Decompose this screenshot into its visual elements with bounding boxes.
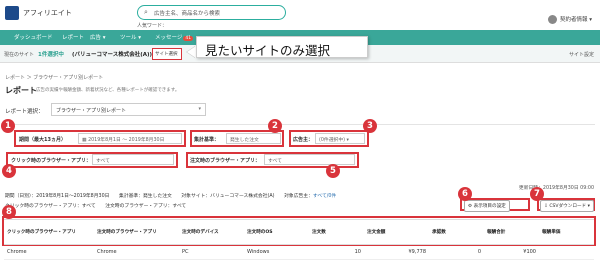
cell-reward-total: ¥100 — [484, 244, 539, 260]
click-browser-label-text: クリック時のブラウザー・アプリ： — [11, 158, 92, 164]
nav-report[interactable]: レポート — [62, 33, 84, 41]
advertiser-select[interactable]: (0件選択中) ▾ — [315, 133, 365, 144]
advertiser-value: (0件選択中) — [319, 138, 345, 143]
click-browser-select[interactable]: すべて — [92, 154, 174, 165]
page-title: レポート — [5, 86, 37, 95]
report-select[interactable]: ブラウザー・アプリ別レポート ▾ — [51, 103, 206, 116]
site-settings-link[interactable]: サイト設定 — [569, 51, 594, 58]
account-label: 契約者情報 — [559, 17, 588, 23]
basis-value: 発生した注文 — [230, 138, 259, 143]
marker-5: 5 — [326, 164, 340, 178]
nav-tools[interactable]: ツール ▾ — [120, 33, 141, 41]
nav-ads[interactable]: 広告 ▾ — [90, 33, 106, 41]
advertiser-link[interactable]: すべて/0件 — [313, 194, 336, 199]
search-input[interactable]: ⌕ 広告主名、商品名から検索 — [137, 5, 286, 20]
callout-arrow — [187, 46, 196, 58]
col-reward-total[interactable]: 報酬合計 — [484, 219, 539, 245]
message-count-badge: 41 — [183, 36, 194, 41]
marker-4: 4 — [2, 164, 16, 178]
report-table: クリック時のブラウザー・アプリ 注文時のブラウザー・アプリ 注文時のデバイス 注… — [4, 219, 594, 260]
table-row: Chrome Chrome PC Windows 10 ¥9,778 0 ¥10… — [4, 244, 594, 260]
period-label-text: 期間（最大13ヵ月） — [19, 137, 66, 143]
cell-order-browser: Chrome — [94, 244, 179, 260]
col-order-amount[interactable]: 注文金額 — [364, 219, 429, 245]
col-order-os[interactable]: 注文時のOS — [244, 219, 309, 245]
marker-2: 2 — [268, 119, 282, 133]
summary-text: 期間（日別）：2019年8月1日〜2019年8月30日 集計基準：発生した注文 … — [5, 194, 313, 199]
marker-1: 1 — [1, 119, 15, 133]
order-browser-label-text: 注文時のブラウザー・アプリ： — [190, 158, 261, 164]
current-site-label: 現在のサイト — [4, 52, 35, 58]
cell-order-count: 10 — [309, 244, 364, 260]
report-select-label: レポート選択： — [5, 109, 44, 115]
summary-line2: クリック時のブラウザー・アプリ：すべて 注文時のブラウザー・アプリ：すべて — [5, 204, 187, 209]
marker-6: 6 — [458, 187, 472, 201]
cell-reward-unit — [539, 244, 594, 260]
nav-dashboard[interactable]: ダッシュボード — [14, 33, 53, 41]
selected-count: 1件選択中 — [38, 52, 64, 58]
page-description: 広告の実績や報酬金額、新着状況など、各種レポートが確認できます。 — [36, 88, 180, 93]
col-approved-count[interactable]: 承認数 — [429, 219, 484, 245]
nav-messages[interactable]: メッセージ 41 — [155, 33, 194, 41]
nav-ads-label: 広告 — [90, 35, 102, 41]
marker-3: 3 — [363, 119, 377, 133]
click-browser-value: すべて — [96, 159, 110, 164]
col-reward-unit[interactable]: 報酬単価 — [539, 219, 594, 245]
user-icon — [547, 15, 557, 24]
basis-select[interactable]: 発生した注文 — [226, 133, 281, 144]
col-order-device[interactable]: 注文時のデバイス — [179, 219, 244, 245]
display-settings-button[interactable]: ⚙ 表示項目の設定 — [464, 200, 510, 212]
period-value: 2019年8月1日 〜 2019年8月30日 — [88, 138, 165, 143]
cell-click-browser: Chrome — [4, 244, 94, 260]
cell-order-device: PC — [179, 244, 244, 260]
selected-company: (バリューコマース株式会社(A)) — [72, 52, 153, 58]
order-browser-label: 注文時のブラウザー・アプリ： — [190, 157, 260, 164]
basis-label-text: 集計基準： — [194, 137, 220, 143]
search-icon: ⌕ — [144, 8, 148, 16]
summary-line1: 期間（日別）：2019年8月1日〜2019年8月30日 集計基準：発生した注文 … — [5, 192, 336, 199]
nav-messages-label: メッセージ — [155, 35, 183, 41]
vc-logo-icon[interactable] — [5, 6, 19, 20]
display-settings-label: 表示項目の設定 — [473, 204, 506, 209]
period-input[interactable]: ▦ 2019年8月1日 〜 2019年8月30日 — [78, 133, 182, 144]
cell-order-os: Windows — [244, 244, 309, 260]
account-menu[interactable]: 契約者情報 ▾ — [547, 15, 592, 24]
advertiser-label-text: 広告主： — [293, 137, 314, 143]
click-browser-label: クリック時のブラウザー・アプリ： — [11, 157, 91, 164]
chevron-down-icon: ▾ — [198, 106, 201, 112]
callout-box: 見たいサイトのみ選択 — [196, 36, 368, 58]
report-select-value: ブラウザー・アプリ別レポート — [56, 108, 127, 114]
marker-7: 7 — [530, 187, 544, 201]
period-label: 期間（最大13ヵ月） — [19, 136, 66, 143]
popular-words-label: 人気ワード： — [137, 23, 168, 29]
breadcrumb: レポート ＞ ブラウザー・アプリ別レポート — [5, 75, 104, 81]
marker-8: 8 — [2, 205, 16, 219]
csv-download-label: CSVダウンロード — [549, 204, 587, 209]
divider — [5, 124, 595, 125]
app-name: アフィリエイト — [23, 9, 72, 17]
basis-label: 集計基準： — [194, 136, 219, 143]
advertiser-label: 広告主： — [293, 136, 313, 143]
chevron-down-icon: ▾ — [344, 138, 349, 143]
site-select-button[interactable]: サイト選択 — [152, 48, 182, 60]
cell-order-amount: ¥9,778 — [364, 244, 429, 260]
top-header: アフィリエイト ⌕ 広告主名、商品名から検索 人気ワード： 契約者情報 ▾ — [0, 0, 600, 29]
nav-tools-label: ツール — [120, 35, 137, 41]
order-browser-value: すべて — [268, 159, 282, 164]
search-placeholder: 広告主名、商品名から検索 — [154, 11, 221, 17]
col-click-browser[interactable]: クリック時のブラウザー・アプリ — [4, 219, 94, 245]
col-order-browser[interactable]: 注文時のブラウザー・アプリ — [94, 219, 179, 245]
cell-approved-count: 0 — [429, 244, 484, 260]
col-order-count[interactable]: 注文数 — [309, 219, 364, 245]
order-browser-select[interactable]: すべて — [264, 154, 355, 165]
csv-download-button[interactable]: ⇩ CSVダウンロード ▾ — [540, 200, 594, 212]
table-header-row: クリック時のブラウザー・アプリ 注文時のブラウザー・アプリ 注文時のデバイス 注… — [4, 219, 594, 245]
